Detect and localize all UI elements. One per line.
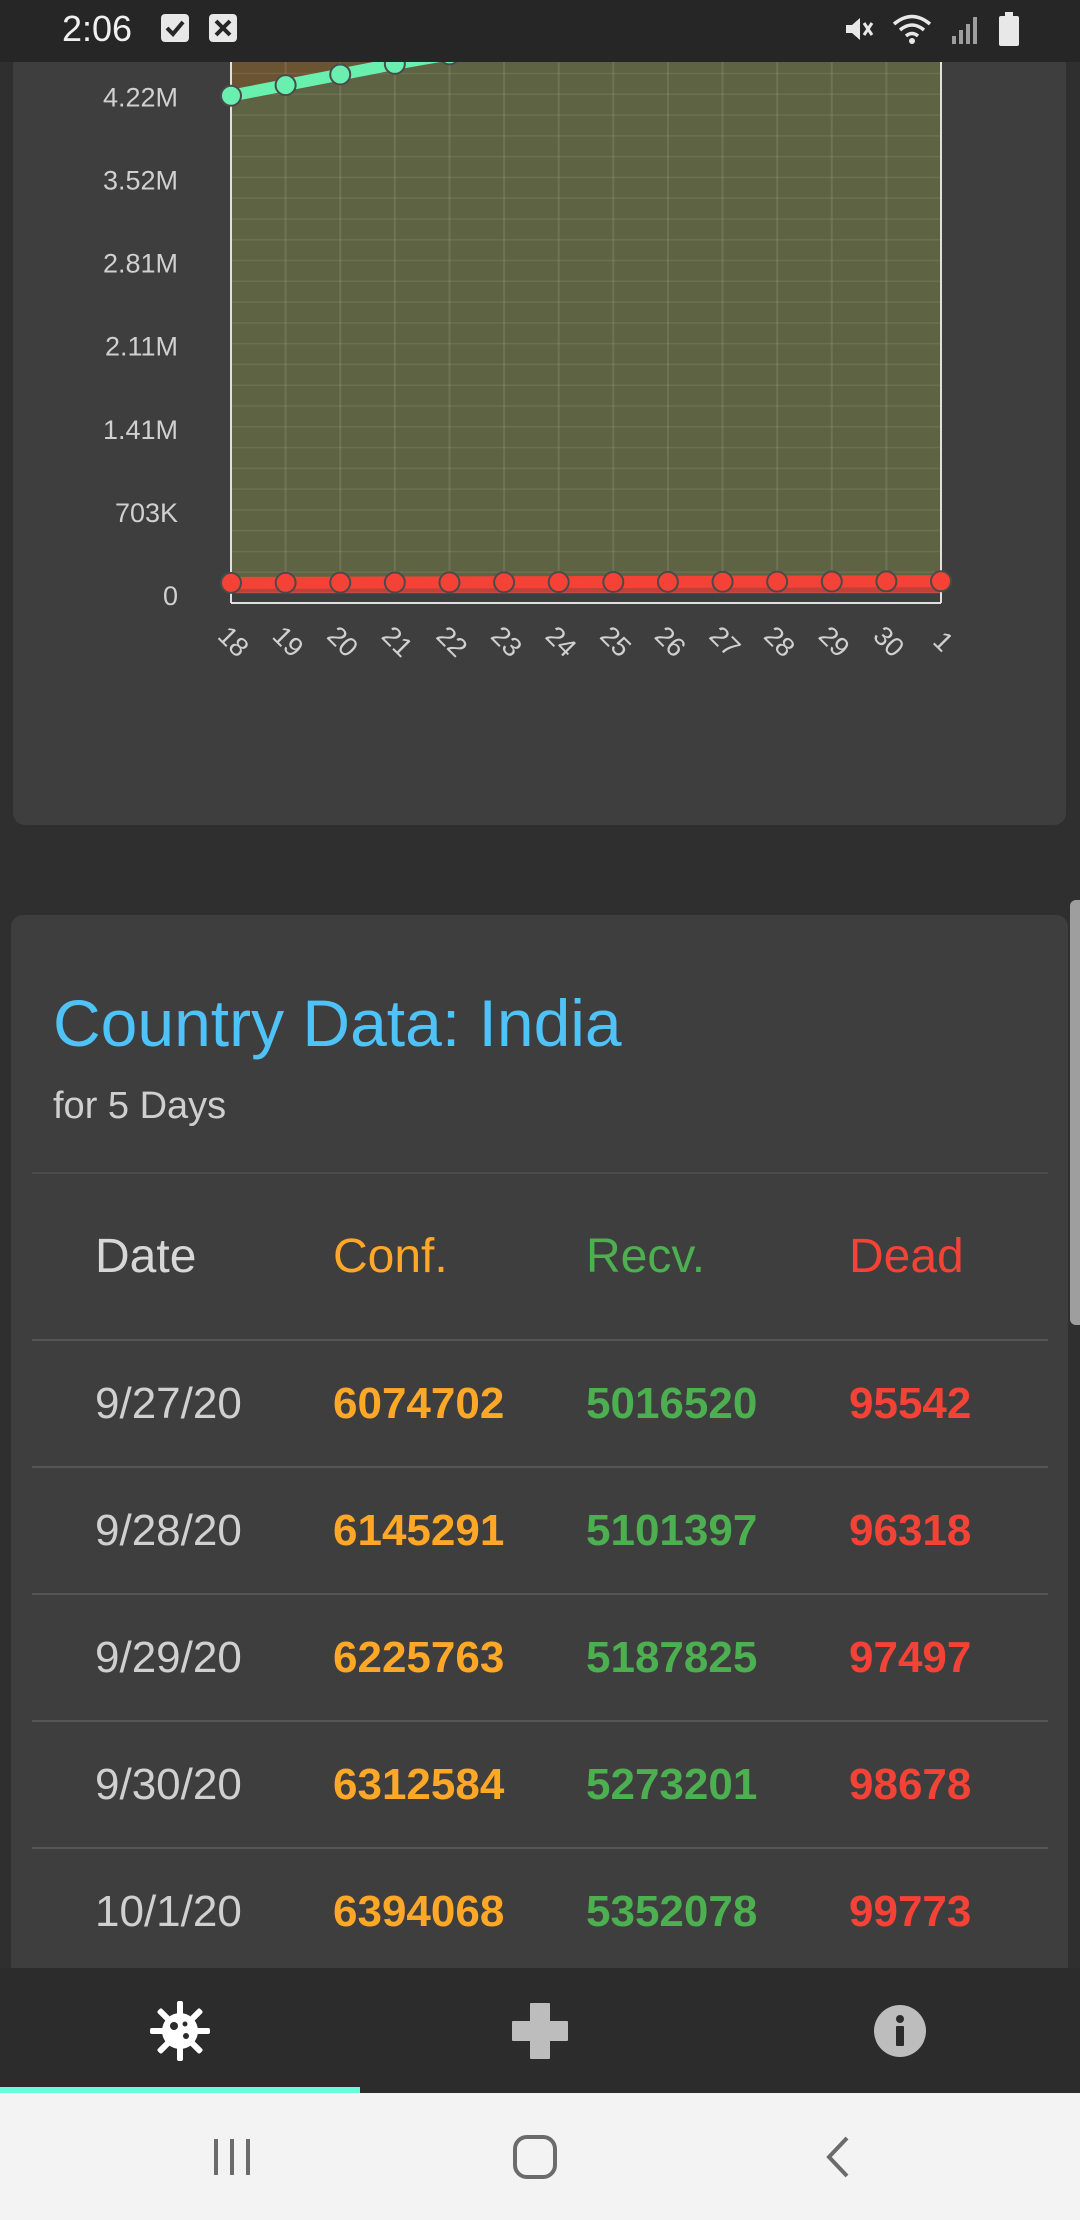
row-date: 9/30/20 [95,1760,242,1809]
x-tick-label: 18 [212,620,254,662]
tab-global[interactable] [0,1968,360,2093]
row-confirmed: 6394068 [333,1887,505,1936]
row-recovered: 5273201 [586,1760,758,1809]
history-chart-card: 0703K1.41M2.11M2.81M3.52M4.22M4.92M5.63M… [13,0,1066,825]
back-icon [826,2136,849,2177]
table-header-row: Date Conf. Recv. Dead [32,1172,1048,1339]
series-point-2 [274,571,297,594]
row-recovered: 5016520 [586,1379,758,1428]
row-dead: 98678 [849,1760,972,1809]
row-date: 9/27/20 [95,1379,242,1428]
y-tick-label: 2.81M [103,249,178,279]
row-dead: 95542 [849,1379,972,1428]
x-tick-label: 24 [540,620,582,662]
status-icons [842,12,1020,51]
row-dead: 99773 [849,1887,972,1936]
table-row: 9/30/20 6312584 5273201 98678 [32,1720,1048,1847]
signal-icon [950,14,980,49]
y-tick-label: 4.22M [103,82,178,112]
x-tick-label: 19 [267,620,309,662]
header-recovered: Recv. [586,1230,706,1283]
series-point-2 [602,570,625,593]
y-tick-label: 0 [163,581,178,611]
series-area-1 [231,0,941,593]
table-row: 9/28/20 6145291 5101397 96318 [32,1466,1048,1593]
country-data-card: Country Data: India for 5 Days Date Conf… [11,915,1068,1995]
x-tick-label: 28 [758,620,800,662]
y-tick-label: 703K [115,498,178,528]
download-complete-icon [161,14,189,42]
row-confirmed: 6225763 [333,1633,505,1682]
series-point-2 [220,571,242,594]
x-tick-label: 29 [813,620,855,662]
tab-info[interactable] [720,1968,1080,2093]
series-point-1 [329,63,352,86]
row-confirmed: 6312584 [333,1760,505,1809]
series-point-2 [875,570,898,593]
x-tick-label: 1 [927,626,959,658]
series-point-2 [493,571,516,594]
x-tick-label: 26 [649,620,691,662]
back-button[interactable] [658,2093,1018,2220]
system-navigation-bar [0,2093,1080,2220]
header-date: Date [95,1230,197,1283]
header-confirmed: Conf. [333,1230,448,1283]
x-tick-label: 21 [376,620,418,662]
row-date: 9/29/20 [95,1633,242,1682]
info-icon [874,2004,926,2057]
table-row: 10/1/20 6394068 5352078 99773 [32,1847,1048,1974]
x-tick-label: 27 [704,620,746,662]
y-tick-label: 2.11M [105,332,178,362]
virus-icon [150,2000,210,2061]
row-date: 10/1/20 [95,1887,242,1936]
country-subtitle: for 5 Days [53,1085,227,1127]
mute-icon [842,13,874,50]
series-point-2 [329,571,352,594]
row-date: 9/28/20 [95,1506,242,1555]
page-scrollbar[interactable] [1070,900,1080,1325]
row-confirmed: 6145291 [333,1506,505,1555]
battery-icon [998,12,1020,51]
row-dead: 96318 [849,1506,972,1555]
x-tick-label: 23 [485,620,527,662]
series-point-1 [220,84,242,107]
series-point-2 [711,570,734,593]
table-row: 9/29/20 6225763 5187825 97497 [32,1593,1048,1720]
y-tick-label: 1.41M [103,415,178,445]
home-icon [513,2134,557,2179]
series-point-2 [547,571,570,594]
series-point-1 [274,74,297,97]
series-point-2 [438,571,461,594]
row-recovered: 5101397 [586,1506,758,1555]
series-point-2 [820,570,843,593]
status-bar: 2:06 [0,0,1080,62]
x-tick-label: 20 [321,620,363,662]
status-time: 2:06 [62,8,133,49]
series-point-2 [656,570,679,593]
x-tick-label: 22 [431,620,473,662]
recent-apps-icon [214,2138,250,2175]
row-dead: 97497 [849,1633,972,1682]
country-data-table: Date Conf. Recv. Dead 9/27/20 6074702 50… [32,1172,1048,1974]
table-row: 9/27/20 6074702 5016520 95542 [32,1339,1048,1466]
row-recovered: 5352078 [586,1887,758,1936]
header-dead: Dead [849,1230,964,1283]
country-title: Country Data: India [53,986,622,1060]
history-line-chart: 0703K1.41M2.11M2.81M3.52M4.22M4.92M5.63M… [103,0,959,663]
y-tick-label: 3.52M [103,165,178,195]
x-tick-label: 30 [868,620,910,662]
wifi-icon [892,13,932,50]
plus-icon [512,2002,568,2059]
x-tick-label: 25 [594,620,636,662]
tab-countries[interactable] [360,1968,720,2093]
row-confirmed: 6074702 [333,1379,505,1428]
series-point-2 [930,570,952,593]
series-point-2 [766,570,789,593]
bottom-navigation [0,1968,1080,2093]
series-point-2 [383,571,406,594]
row-recovered: 5187825 [586,1633,758,1682]
notification-x-icon [209,14,237,42]
